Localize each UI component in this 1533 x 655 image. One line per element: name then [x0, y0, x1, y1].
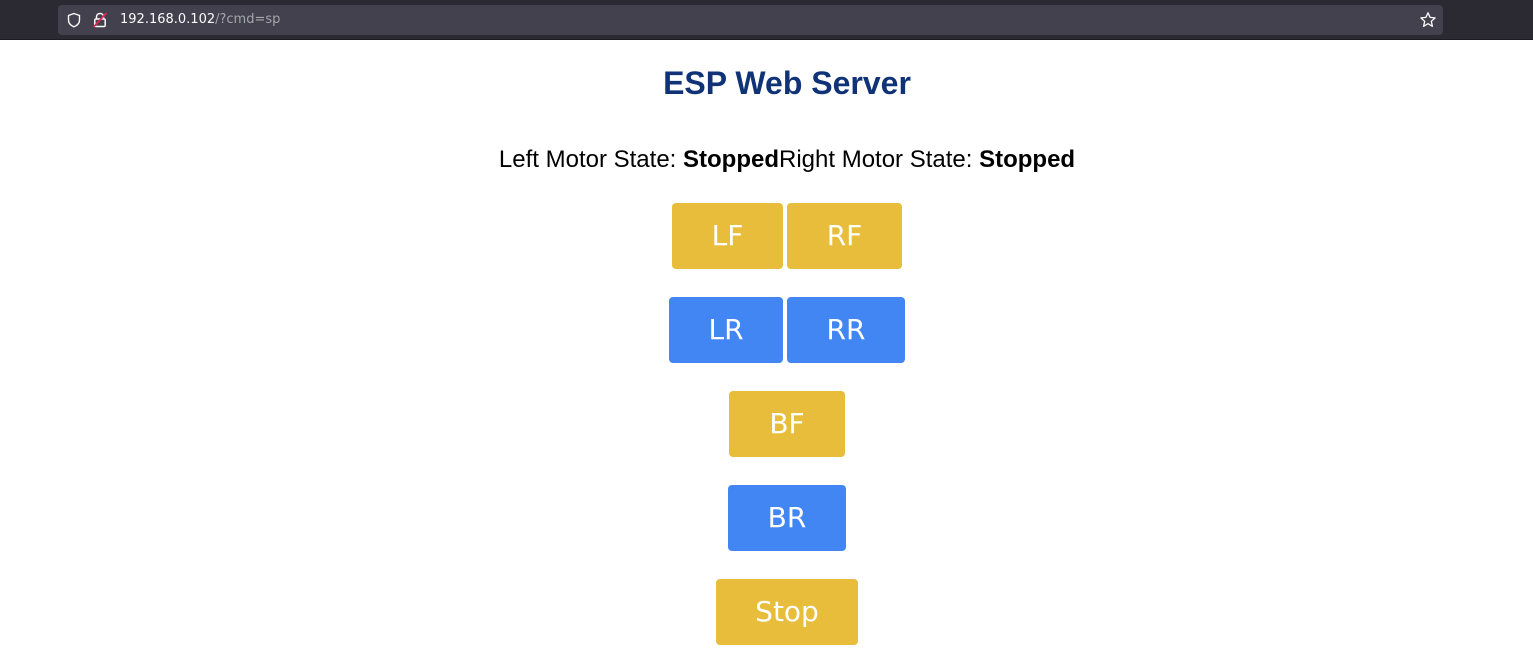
left-motor-state: Stopped [683, 146, 779, 173]
right-reverse-button[interactable]: RR [787, 297, 905, 363]
both-reverse-button[interactable]: BR [728, 485, 846, 551]
right-motor-state: Stopped [979, 146, 1076, 173]
url-host: 192.168.0.102 [120, 12, 216, 27]
page-content: ESP Web Server Left Motor State: Stopped… [0, 41, 1533, 655]
address-bar[interactable]: 192.168.0.102/?cmd=sp [58, 5, 1443, 35]
left-reverse-button[interactable]: LR [669, 297, 783, 363]
url-path: /?cmd=sp [215, 12, 281, 27]
motor-status-line: Left Motor State: StoppedRight Motor Sta… [0, 145, 1533, 175]
left-motor-label: Left Motor State: [498, 146, 683, 173]
insecure-lock-icon[interactable] [93, 12, 107, 28]
left-forward-button[interactable]: LF [672, 203, 783, 269]
right-forward-button[interactable]: RF [787, 203, 902, 269]
shield-icon[interactable] [66, 12, 82, 28]
browser-toolbar: 192.168.0.102/?cmd=sp [0, 0, 1533, 40]
both-forward-button[interactable]: BF [729, 391, 845, 457]
right-motor-label: Right Motor State: [779, 146, 980, 173]
stop-button[interactable]: Stop [716, 579, 858, 645]
url-text[interactable]: 192.168.0.102/?cmd=sp [120, 12, 280, 28]
page-title: ESP Web Server [663, 65, 911, 101]
bookmark-star-icon[interactable] [1419, 11, 1437, 29]
